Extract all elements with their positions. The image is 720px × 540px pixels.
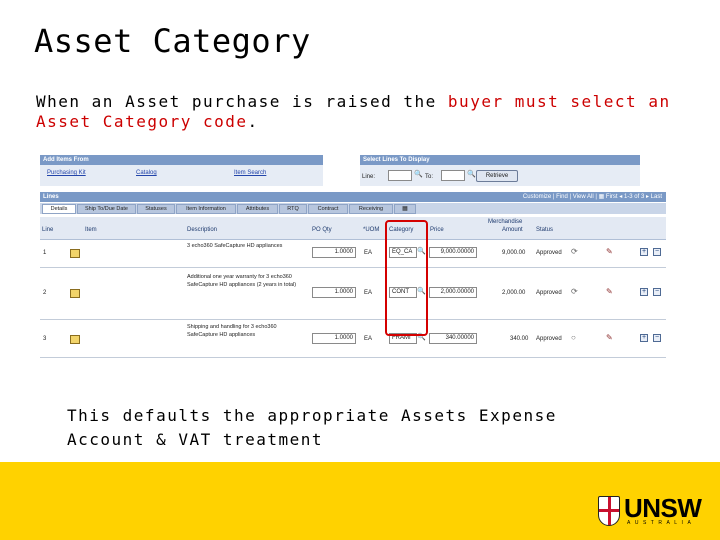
col-uom[interactable]: *UOM bbox=[363, 227, 379, 233]
tab-receiving[interactable]: Receiving bbox=[349, 204, 393, 214]
row-status: Approved bbox=[536, 250, 562, 256]
view-all-link[interactable]: View All bbox=[573, 194, 594, 200]
delete-row-icon[interactable]: − bbox=[653, 248, 661, 256]
note-text: This defaults the appropriate Assets Exp… bbox=[67, 404, 667, 452]
lookup-icon[interactable]: 🔍 bbox=[414, 170, 423, 178]
line-to-input[interactable] bbox=[441, 170, 465, 181]
sourcing-icon[interactable]: ⟳ bbox=[571, 287, 578, 296]
delete-row-icon[interactable]: − bbox=[653, 288, 661, 296]
row-description: Additional one year warranty for 3 echo3… bbox=[187, 274, 297, 288]
tab-attributes[interactable]: Attributes bbox=[237, 204, 278, 214]
table-row: 3 Shipping and handling for 3 echo360 Sa… bbox=[40, 320, 666, 358]
unsw-logo-subtitle: AUSTRALIA bbox=[627, 520, 696, 526]
line-label: Line: bbox=[362, 174, 376, 180]
to-label: To: bbox=[425, 174, 434, 180]
table-row: 2 Additional one year warranty for 3 ech… bbox=[40, 268, 666, 320]
po-qty-input[interactable]: 1.0000 bbox=[312, 247, 356, 258]
tab-ship-to-due-date[interactable]: Ship To/Due Date bbox=[77, 204, 136, 214]
note-line-2: Account & VAT treatment bbox=[67, 430, 324, 449]
add-row-icon[interactable]: + bbox=[640, 334, 648, 342]
item-search-link[interactable]: Item Search bbox=[234, 170, 266, 176]
line-from-input[interactable] bbox=[388, 170, 412, 181]
lines-header-bar: Lines Customize | Find | View All | ▦ Fi… bbox=[40, 192, 666, 202]
row-uom: EA bbox=[364, 250, 373, 256]
select-lines-header: Select Lines To Display bbox=[360, 155, 640, 165]
po-qty-input[interactable]: 1.0000 bbox=[312, 287, 356, 298]
col-item[interactable]: Item bbox=[85, 227, 97, 233]
lines-tabs: Details Ship To/Due Date Statuses Item I… bbox=[40, 203, 666, 214]
col-merchandise[interactable]: Merchandise bbox=[488, 219, 522, 225]
price-input[interactable]: 340.00000 bbox=[429, 333, 477, 344]
tab-contract[interactable]: Contract bbox=[308, 204, 348, 214]
row-status: Approved bbox=[536, 336, 562, 342]
row-line-number: 3 bbox=[43, 336, 47, 342]
comments-icon[interactable]: ✎ bbox=[606, 333, 613, 342]
tab-item-information[interactable]: Item Information bbox=[176, 204, 236, 214]
row-line-number: 1 bbox=[43, 250, 47, 256]
next-icon[interactable]: ▸ bbox=[646, 194, 649, 200]
row-description: 3 echo360 SafeCapture HD appliances bbox=[187, 243, 283, 249]
comments-icon[interactable]: ✎ bbox=[606, 247, 613, 256]
row-line-number: 2 bbox=[43, 290, 47, 296]
item-details-icon[interactable] bbox=[70, 289, 80, 298]
show-all-tabs-icon[interactable]: ▦ bbox=[394, 204, 416, 214]
lookup-icon[interactable]: 🔍 bbox=[467, 170, 476, 178]
add-row-icon[interactable]: + bbox=[640, 288, 648, 296]
col-price[interactable]: Price bbox=[430, 227, 444, 233]
customize-link[interactable]: Customize bbox=[523, 194, 551, 200]
unsw-crest-icon bbox=[598, 496, 620, 526]
add-row-icon[interactable]: + bbox=[640, 248, 648, 256]
row-status: Approved bbox=[536, 290, 562, 296]
last-link[interactable]: Last bbox=[651, 194, 662, 200]
row-amount: 340.00 bbox=[510, 336, 529, 342]
item-details-icon[interactable] bbox=[70, 249, 80, 258]
intro-text: When an Asset purchase is raised the buy… bbox=[36, 92, 706, 132]
first-link[interactable]: First bbox=[606, 194, 618, 200]
retrieve-button[interactable]: Retrieve bbox=[476, 170, 518, 182]
po-qty-input[interactable]: 1.0000 bbox=[312, 333, 356, 344]
column-headers: Line Item Description PO Qty *UOM Catego… bbox=[40, 217, 666, 240]
delete-row-icon[interactable]: − bbox=[653, 334, 661, 342]
row-description: Shipping and handling for 3 echo360 Safe… bbox=[187, 324, 277, 338]
row-amount: 9,000.00 bbox=[502, 250, 526, 256]
add-items-header: Add Items From bbox=[40, 155, 323, 165]
find-link[interactable]: Find bbox=[556, 194, 568, 200]
table-row: 1 3 echo360 SafeCapture HD appliances 1.… bbox=[40, 240, 666, 268]
lines-title: Lines bbox=[43, 194, 59, 200]
purchasing-kit-link[interactable]: Purchasing Kit bbox=[47, 170, 86, 176]
row-uom: EA bbox=[364, 336, 373, 342]
tab-statuses[interactable]: Statuses bbox=[137, 204, 175, 214]
tab-rtq[interactable]: RTQ bbox=[279, 204, 307, 214]
col-po-qty[interactable]: PO Qty bbox=[312, 227, 332, 233]
grid-icon[interactable]: ▦ bbox=[599, 194, 605, 200]
note-line-1: This defaults the appropriate Assets Exp… bbox=[67, 406, 557, 425]
intro-after: . bbox=[247, 112, 259, 131]
sourcing-icon[interactable]: ⟳ bbox=[571, 247, 578, 256]
catalog-link[interactable]: Catalog bbox=[136, 170, 157, 176]
price-input[interactable]: 2,000.00000 bbox=[429, 287, 477, 298]
tab-details[interactable]: Details bbox=[42, 204, 76, 214]
col-line[interactable]: Line bbox=[42, 227, 53, 233]
item-details-icon[interactable] bbox=[70, 335, 80, 344]
grid-navigation: Customize | Find | View All | ▦ First ◂ … bbox=[522, 194, 662, 200]
requisition-screenshot: Add Items From Purchasing Kit Catalog It… bbox=[40, 152, 666, 358]
prev-icon[interactable]: ◂ bbox=[619, 194, 622, 200]
col-status[interactable]: Status bbox=[536, 227, 553, 233]
intro-before: When an Asset purchase is raised the bbox=[36, 92, 448, 111]
slide-title: Asset Category bbox=[34, 22, 311, 60]
row-uom: EA bbox=[364, 290, 373, 296]
col-amount[interactable]: Amount bbox=[502, 227, 523, 233]
sourcing-icon[interactable]: ○ bbox=[571, 333, 576, 342]
price-input[interactable]: 9,000.00000 bbox=[429, 247, 477, 258]
row-amount: 2,000.00 bbox=[502, 290, 526, 296]
col-description[interactable]: Description bbox=[187, 227, 217, 233]
comments-icon[interactable]: ✎ bbox=[606, 287, 613, 296]
category-column-highlight bbox=[385, 220, 428, 336]
range-label: 1-3 of 3 bbox=[623, 194, 645, 200]
